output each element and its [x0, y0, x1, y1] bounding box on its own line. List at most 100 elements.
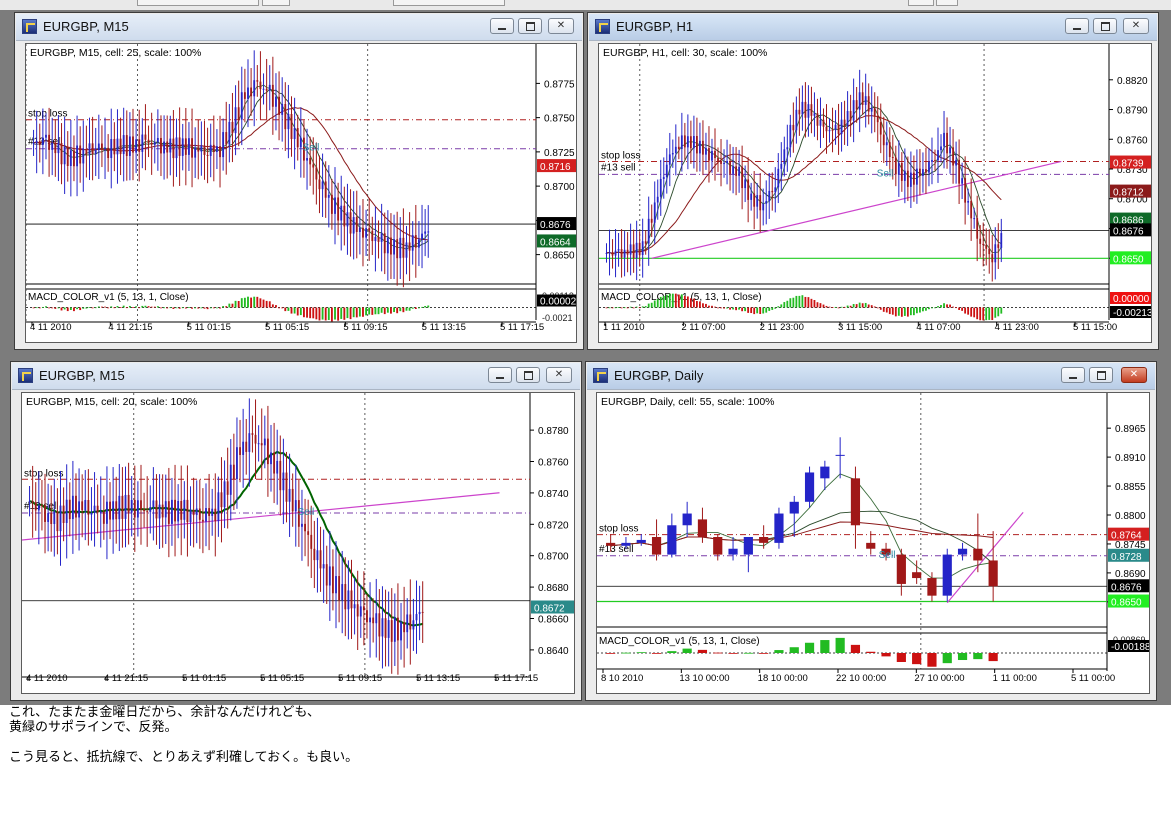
bull-candle — [621, 542, 631, 546]
maximize-button[interactable] — [1089, 367, 1113, 383]
toolbar-button-fragment[interactable] — [393, 0, 505, 6]
bull-candle — [205, 508, 207, 522]
chart-window-h1[interactable]: EURGBP, H1 EURGBP, H1, cell: 30, scale: … — [587, 12, 1159, 350]
minimize-button[interactable] — [488, 367, 512, 383]
close-button[interactable] — [546, 367, 572, 383]
chart-pane[interactable]: EURGBP, H1, cell: 30, scale: 100% 0.8820 0… — [598, 43, 1152, 343]
bear-candle — [239, 447, 241, 455]
window-titlebar[interactable]: EURGBP, Daily — [587, 363, 1155, 390]
macd-bar — [309, 307, 312, 319]
bull-candle — [181, 138, 184, 156]
bear-candle — [697, 519, 708, 537]
bear-candle — [68, 499, 71, 520]
maximize-button[interactable] — [1093, 18, 1117, 34]
trend-line — [22, 492, 500, 541]
bull-candle — [82, 148, 85, 164]
bear-candle — [146, 511, 149, 513]
macd-bar — [125, 307, 128, 309]
maximize-button[interactable] — [516, 367, 540, 383]
bear-candle — [166, 141, 169, 153]
minimize-button[interactable] — [490, 18, 514, 34]
bull-candle — [916, 168, 918, 185]
time-tick-label: 13 10 00:00 — [679, 673, 729, 684]
bull-candle — [662, 177, 665, 180]
bull-candle — [726, 161, 728, 164]
maximize-button[interactable] — [518, 18, 542, 34]
window-titlebar[interactable]: EURGBP, M15 — [12, 363, 580, 390]
bull-candle — [322, 564, 325, 569]
window-titlebar[interactable]: EURGBP, H1 — [589, 14, 1157, 41]
macd-bar — [949, 304, 951, 308]
sell-arrow-label: Sell — [877, 168, 894, 179]
sell-arrow-label: Sell — [303, 143, 320, 154]
bear-candle — [96, 505, 99, 513]
macd-bar — [265, 300, 268, 308]
macd-bar — [864, 302, 867, 308]
macd-bar — [699, 301, 701, 308]
bear-candle — [816, 113, 819, 126]
macd-bar — [299, 307, 302, 316]
bear-candle — [677, 146, 680, 149]
chart-window-daily[interactable]: EURGBP, Daily EURGBP, Daily, cell: 55, s… — [585, 361, 1157, 701]
bear-candle — [873, 108, 876, 117]
macd-bar — [768, 307, 771, 311]
window-titlebar[interactable]: EURGBP, M15 — [16, 14, 582, 41]
chart-window-m15-bottom[interactable]: EURGBP, M15 EURGBP, M15, cell: 20, scale… — [10, 361, 582, 701]
bull-candle — [183, 499, 186, 520]
bear-candle — [714, 150, 716, 159]
toolbar-button-fragment[interactable] — [262, 0, 290, 6]
macd-bar — [156, 306, 159, 308]
macd-bar — [324, 307, 327, 321]
macd-bar — [855, 304, 858, 308]
bear-candle — [309, 158, 312, 165]
bull-candle — [164, 501, 167, 518]
minimize-button[interactable] — [1065, 18, 1089, 34]
bull-candle — [353, 604, 356, 609]
macd-bar — [132, 307, 134, 308]
time-tick-label: 5 11 09:15 — [338, 673, 382, 684]
chart-window-m15-top[interactable]: EURGBP, M15 EURGBP, M15, cell: 25, scale… — [14, 12, 584, 350]
chart-pane[interactable]: EURGBP, M15, cell: 25, scale: 100% 0.8775… — [25, 43, 577, 343]
chart-pane[interactable]: EURGBP, Daily, cell: 55, scale: 100% 0.89… — [596, 392, 1150, 694]
macd-bar — [60, 307, 63, 311]
macd-bar — [368, 307, 371, 315]
price-tick-label: 0.8640 — [538, 646, 569, 657]
macd-bar — [632, 307, 635, 309]
macd-bar — [828, 306, 831, 308]
toolbar-button-fragment[interactable] — [936, 0, 958, 6]
bull-candle — [365, 228, 368, 238]
bear-candle — [250, 87, 253, 97]
macd-bar — [861, 303, 864, 308]
macd-bar — [970, 307, 973, 317]
bull-candle — [942, 554, 952, 596]
chart-pane[interactable]: EURGBP, M15, cell: 20, scale: 100% 0.8780… — [21, 392, 575, 694]
toolbar-button-fragment[interactable] — [908, 0, 934, 6]
bear-candle — [683, 135, 686, 148]
macd-bar — [209, 307, 212, 309]
bull-candle — [762, 203, 765, 211]
macd-bar — [45, 306, 47, 308]
bear-candle — [115, 501, 118, 520]
macd-bar — [63, 307, 66, 310]
bear-candle — [384, 618, 387, 638]
minimize-button[interactable] — [1061, 367, 1085, 383]
bull-candle — [195, 508, 198, 516]
bull-candle — [405, 242, 408, 258]
macd-bar — [994, 307, 997, 318]
close-button[interactable] — [1121, 367, 1147, 383]
macd-bar — [399, 307, 402, 312]
price-tick-label: 0.8740 — [538, 489, 569, 500]
macd-bar — [169, 307, 172, 309]
window-title: EURGBP, M15 — [43, 19, 129, 34]
close-button[interactable] — [1123, 18, 1149, 34]
price-tag-text: 0.8712 — [1113, 188, 1144, 199]
bull-candle — [1000, 233, 1003, 248]
price-tick-label: 0.8760 — [538, 458, 569, 469]
macd-bar — [212, 307, 215, 309]
close-button[interactable] — [548, 18, 574, 34]
bull-candle — [903, 170, 906, 181]
bear-candle — [822, 119, 825, 127]
toolbar-button-fragment[interactable] — [137, 0, 259, 6]
bull-candle — [374, 237, 377, 242]
price-tick-label: 0.8775 — [544, 79, 575, 90]
